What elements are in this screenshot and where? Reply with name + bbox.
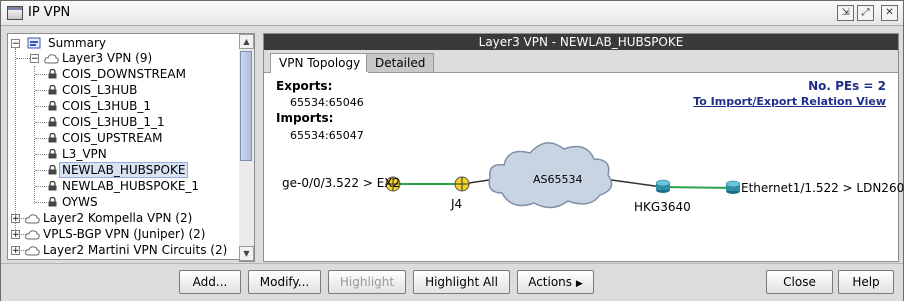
tree-connector — [35, 74, 47, 75]
tree-item-vpn[interactable]: L3_VPN — [62, 146, 107, 162]
cloud-folder-icon — [25, 230, 40, 240]
tab-bar: VPN Topology Detailed — [264, 50, 898, 73]
summary-icon — [27, 37, 41, 49]
expand-toggle[interactable]: + — [11, 246, 20, 256]
ip-vpn-window: IP VPN ⇲ ⤢ ✕ − Summary − Layer3 VPN (9) … — [0, 0, 904, 301]
modify-button[interactable]: Modify... — [248, 270, 321, 294]
tab-vpn-topology[interactable]: VPN Topology — [270, 53, 370, 73]
hkg3640-router-icon[interactable] — [655, 179, 671, 193]
lock-icon — [48, 197, 57, 207]
lock-icon — [48, 149, 57, 159]
button-bar: Add... Modify... Highlight Highlight All… — [1, 263, 903, 301]
tree-item-vpn[interactable]: COIS_UPSTREAM — [62, 130, 162, 146]
topology-view: Exports: 65534:65046 Imports: 65534:6504… — [264, 73, 904, 261]
ldn2600-router-icon[interactable] — [725, 180, 741, 194]
help-button[interactable]: Help — [838, 270, 894, 294]
tree-item-vpn[interactable]: COIS_L3HUB_1_1 — [62, 114, 165, 130]
window-icon — [7, 6, 23, 20]
tree-item-vpn[interactable]: COIS_L3HUB_1 — [62, 98, 151, 114]
vpn-detail-panel: Layer3 VPN - NEWLAB_HUBSPOKE VPN Topolog… — [263, 33, 904, 262]
close-button[interactable]: Close — [766, 270, 833, 294]
highlight-button[interactable]: Highlight — [328, 270, 406, 294]
cloud-folder-icon — [44, 54, 59, 64]
tree-item-layer2-martini[interactable]: Layer2 Martini VPN Circuits (2) — [43, 242, 227, 258]
tree-root-summary[interactable]: Summary — [48, 35, 106, 51]
maximize-icon[interactable]: ⤢ — [857, 5, 874, 21]
cloud-folder-icon — [25, 214, 40, 224]
scroll-down-icon[interactable]: ▼ — [239, 246, 254, 261]
triangle-right-icon: ▶ — [575, 279, 583, 289]
tree-connector — [35, 154, 47, 155]
lock-icon — [48, 181, 57, 191]
tree-scrollbar[interactable]: ▲ ▼ — [239, 33, 255, 262]
tree-connector — [35, 186, 47, 187]
tree-item-layer3-vpn[interactable]: Layer3 VPN (9) — [62, 50, 152, 66]
collapse-toggle[interactable]: − — [30, 54, 39, 64]
lock-icon — [48, 133, 57, 143]
tree-connector — [15, 48, 16, 236]
tree-item-vpn[interactable]: COIS_L3HUB — [62, 82, 137, 98]
tree-item-vpn[interactable]: NEWLAB_HUBSPOKE_1 — [62, 178, 199, 194]
tree-connector — [35, 90, 47, 91]
j4-router-icon[interactable] — [454, 176, 470, 192]
close-icon[interactable]: ✕ — [881, 5, 898, 21]
lock-icon — [48, 85, 57, 95]
vpn-tree[interactable]: − Summary − Layer3 VPN (9) + Layer2 Komp… — [7, 33, 241, 260]
highlight-all-button[interactable]: Highlight All — [413, 270, 510, 294]
panel-header: Layer3 VPN - NEWLAB_HUBSPOKE — [264, 34, 898, 50]
expand-toggle[interactable]: + — [11, 230, 20, 240]
tree-connector — [35, 122, 47, 123]
tree-connector — [35, 170, 47, 171]
tree-item-vpn[interactable]: OYWS — [62, 194, 98, 210]
link-cloud-hkg[interactable] — [603, 178, 663, 188]
window-title: IP VPN — [28, 5, 71, 20]
tree-connector — [16, 58, 30, 59]
cloud-label: AS65534 — [533, 173, 583, 186]
hkg3640-label: HKG3640 — [634, 200, 691, 214]
title-bar: IP VPN ⇲ ⤢ ✕ — [1, 1, 903, 26]
tree-connector — [35, 202, 47, 203]
scrollbar-thumb[interactable] — [240, 51, 252, 161]
tab-detailed[interactable]: Detailed — [366, 53, 435, 72]
tree-item-vpn[interactable]: NEWLAB_HUBSPOKE — [59, 162, 189, 178]
lock-icon — [48, 69, 57, 79]
tree-connector — [35, 138, 47, 139]
actions-button[interactable]: Actions ▶ — [517, 270, 594, 294]
expand-toggle[interactable]: + — [11, 214, 20, 224]
link-hkg-ldn[interactable] — [661, 186, 735, 189]
right-interface-label: Ethernet1/1.522 > LDN2600 — [741, 181, 904, 195]
j4-label: J4 — [451, 197, 463, 211]
minimize-icon[interactable]: ⇲ — [837, 5, 854, 21]
tree-item-vpls-bgp[interactable]: VPLS-BGP VPN (Juniper) (2) — [43, 226, 205, 242]
add-button[interactable]: Add... — [179, 270, 241, 294]
topology-diagram — [385, 142, 741, 209]
lock-icon — [48, 117, 57, 127]
tree-item-vpn[interactable]: COIS_DOWNSTREAM — [62, 66, 186, 82]
cloud-folder-icon — [25, 246, 40, 256]
lock-icon — [48, 165, 57, 175]
tree-connector — [35, 106, 47, 107]
tree-item-layer2-kompella[interactable]: Layer2 Kompella VPN (2) — [43, 210, 192, 226]
left-interface-label: ge-0/0/3.522 > EX2 — [282, 176, 401, 190]
actions-label: Actions — [528, 275, 573, 289]
scroll-up-icon[interactable]: ▲ — [239, 34, 254, 49]
lock-icon — [48, 101, 57, 111]
collapse-toggle[interactable]: − — [11, 39, 20, 49]
tree-connector — [34, 66, 35, 204]
